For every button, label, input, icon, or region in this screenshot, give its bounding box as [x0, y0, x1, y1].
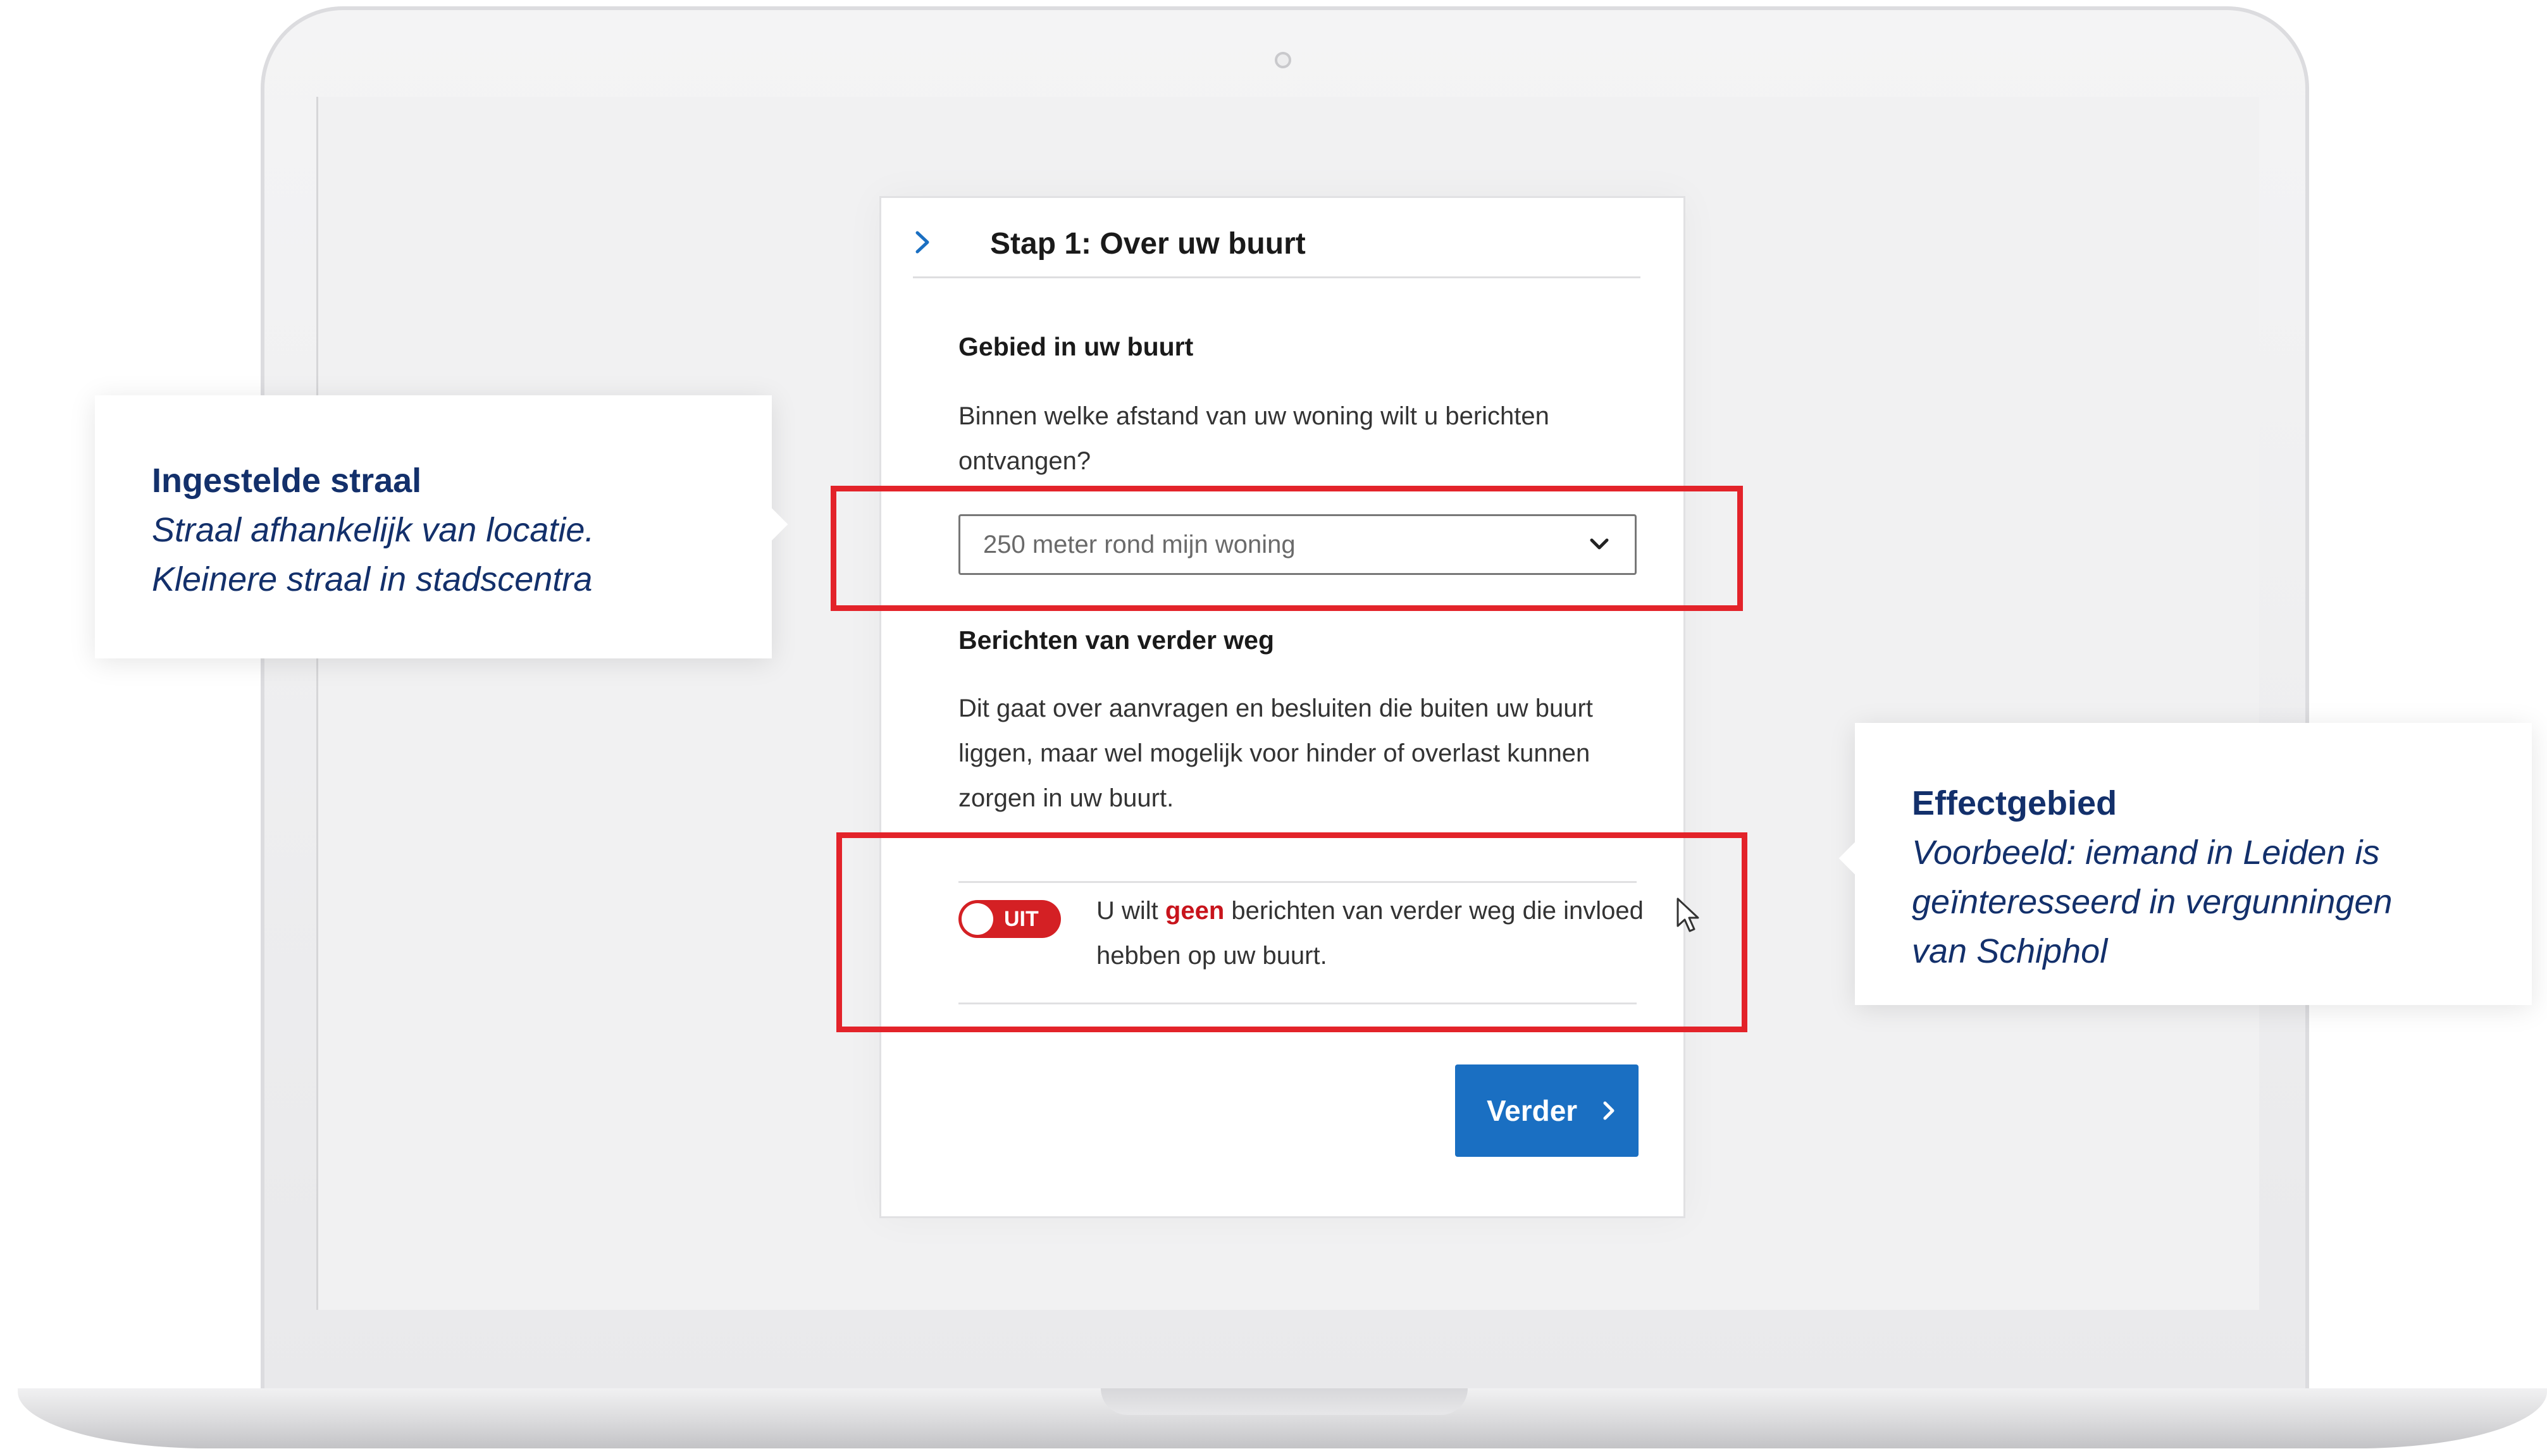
- laptop-camera: [1275, 52, 1291, 68]
- highlight-far-messages-toggle: [836, 832, 1747, 1032]
- chevron-right-icon: [1603, 1101, 1614, 1120]
- mouse-cursor-icon: [1676, 898, 1699, 932]
- section-title-far-messages: Berichten van verder weg: [958, 626, 1275, 655]
- far-messages-description: Dit gaat over aanvragen en besluiten die…: [958, 694, 1593, 812]
- callout-effect-area-text: Voorbeeld: iemand in Leiden is geïnteres…: [1912, 834, 2393, 970]
- distance-question: Binnen welke afstand van uw woning wilt …: [958, 402, 1549, 475]
- highlight-distance-select: [831, 486, 1743, 611]
- chevron-right-icon: [915, 231, 929, 254]
- callout-effect-area-title: Effectgebied: [1912, 784, 2117, 822]
- next-button[interactable]: Verder: [1455, 1064, 1639, 1157]
- callout-radius: Ingestelde straal Straal afhankelijk van…: [95, 395, 788, 658]
- section-title-area: Gebied in uw buurt: [958, 332, 1194, 361]
- step-title: Stap 1: Over uw buurt: [990, 227, 1306, 261]
- laptop-base-notch: [1101, 1388, 1468, 1415]
- callout-effect-area: Effectgebied Voorbeeld: iemand in Leiden…: [1838, 723, 2532, 1005]
- laptop-mockup: Stap 1: Over uw buurt Gebied in uw buurt…: [0, 0, 2547, 1456]
- callout-radius-text: Straal afhankelijk van locatie. Kleinere…: [152, 511, 595, 598]
- subscription-form-card: Stap 1: Over uw buurt Gebied in uw buurt…: [879, 196, 1685, 1218]
- next-button-label: Verder: [1487, 1094, 1578, 1127]
- step-header[interactable]: Stap 1: Over uw buurt: [913, 222, 1640, 278]
- callout-radius-title: Ingestelde straal: [152, 462, 422, 500]
